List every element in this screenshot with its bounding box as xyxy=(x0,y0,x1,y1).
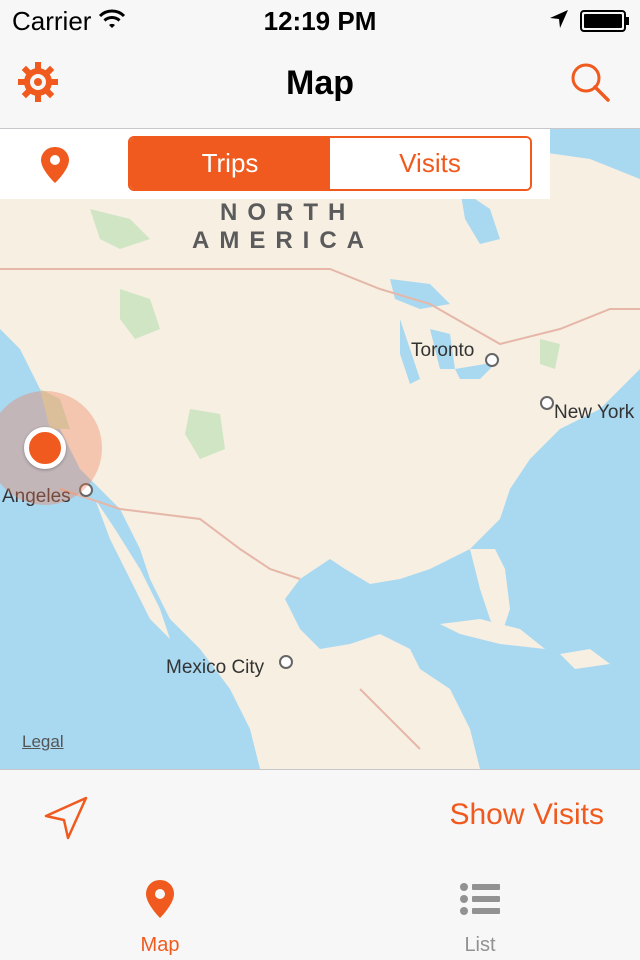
city-marker-new-york[interactable] xyxy=(540,396,554,410)
search-icon[interactable] xyxy=(568,60,612,104)
city-label-mexico-city: Mexico City xyxy=(166,657,265,678)
trips-visits-segmented-control: Trips Visits xyxy=(128,136,532,191)
city-marker-mexico-city[interactable] xyxy=(279,655,293,669)
map-pin-icon[interactable] xyxy=(38,145,72,185)
status-bar: Carrier 12:19 PM xyxy=(0,0,640,40)
map-pin-icon xyxy=(146,880,174,918)
segment-trips[interactable]: Trips xyxy=(130,138,330,189)
tab-list-label: List xyxy=(464,934,496,956)
region-label-north: NORTH xyxy=(220,199,356,226)
show-visits-button[interactable]: Show Visits xyxy=(449,798,604,832)
legal-link[interactable]: Legal xyxy=(22,732,64,752)
map-toolbar: Show Visits xyxy=(0,769,640,863)
city-label-new-york: New York xyxy=(554,402,635,423)
segment-visits[interactable]: Visits xyxy=(330,138,530,189)
tab-map-label: Map xyxy=(140,934,180,956)
map-view[interactable]: NORTH AMERICA Toronto New York Angeles M… xyxy=(0,129,640,769)
battery-icon xyxy=(580,10,629,32)
page-title: Map xyxy=(286,64,354,102)
list-icon xyxy=(460,883,500,915)
navigation-bar: Map xyxy=(0,40,640,129)
tab-bar: Map List xyxy=(0,862,640,960)
location-arrow-icon[interactable] xyxy=(42,794,90,842)
user-location-marker[interactable] xyxy=(24,427,66,469)
city-label-toronto: Toronto xyxy=(411,340,475,361)
region-label-america: AMERICA xyxy=(192,227,374,254)
city-marker-toronto[interactable] xyxy=(485,353,499,367)
location-services-icon xyxy=(550,10,568,28)
clock: 12:19 PM xyxy=(263,6,377,36)
